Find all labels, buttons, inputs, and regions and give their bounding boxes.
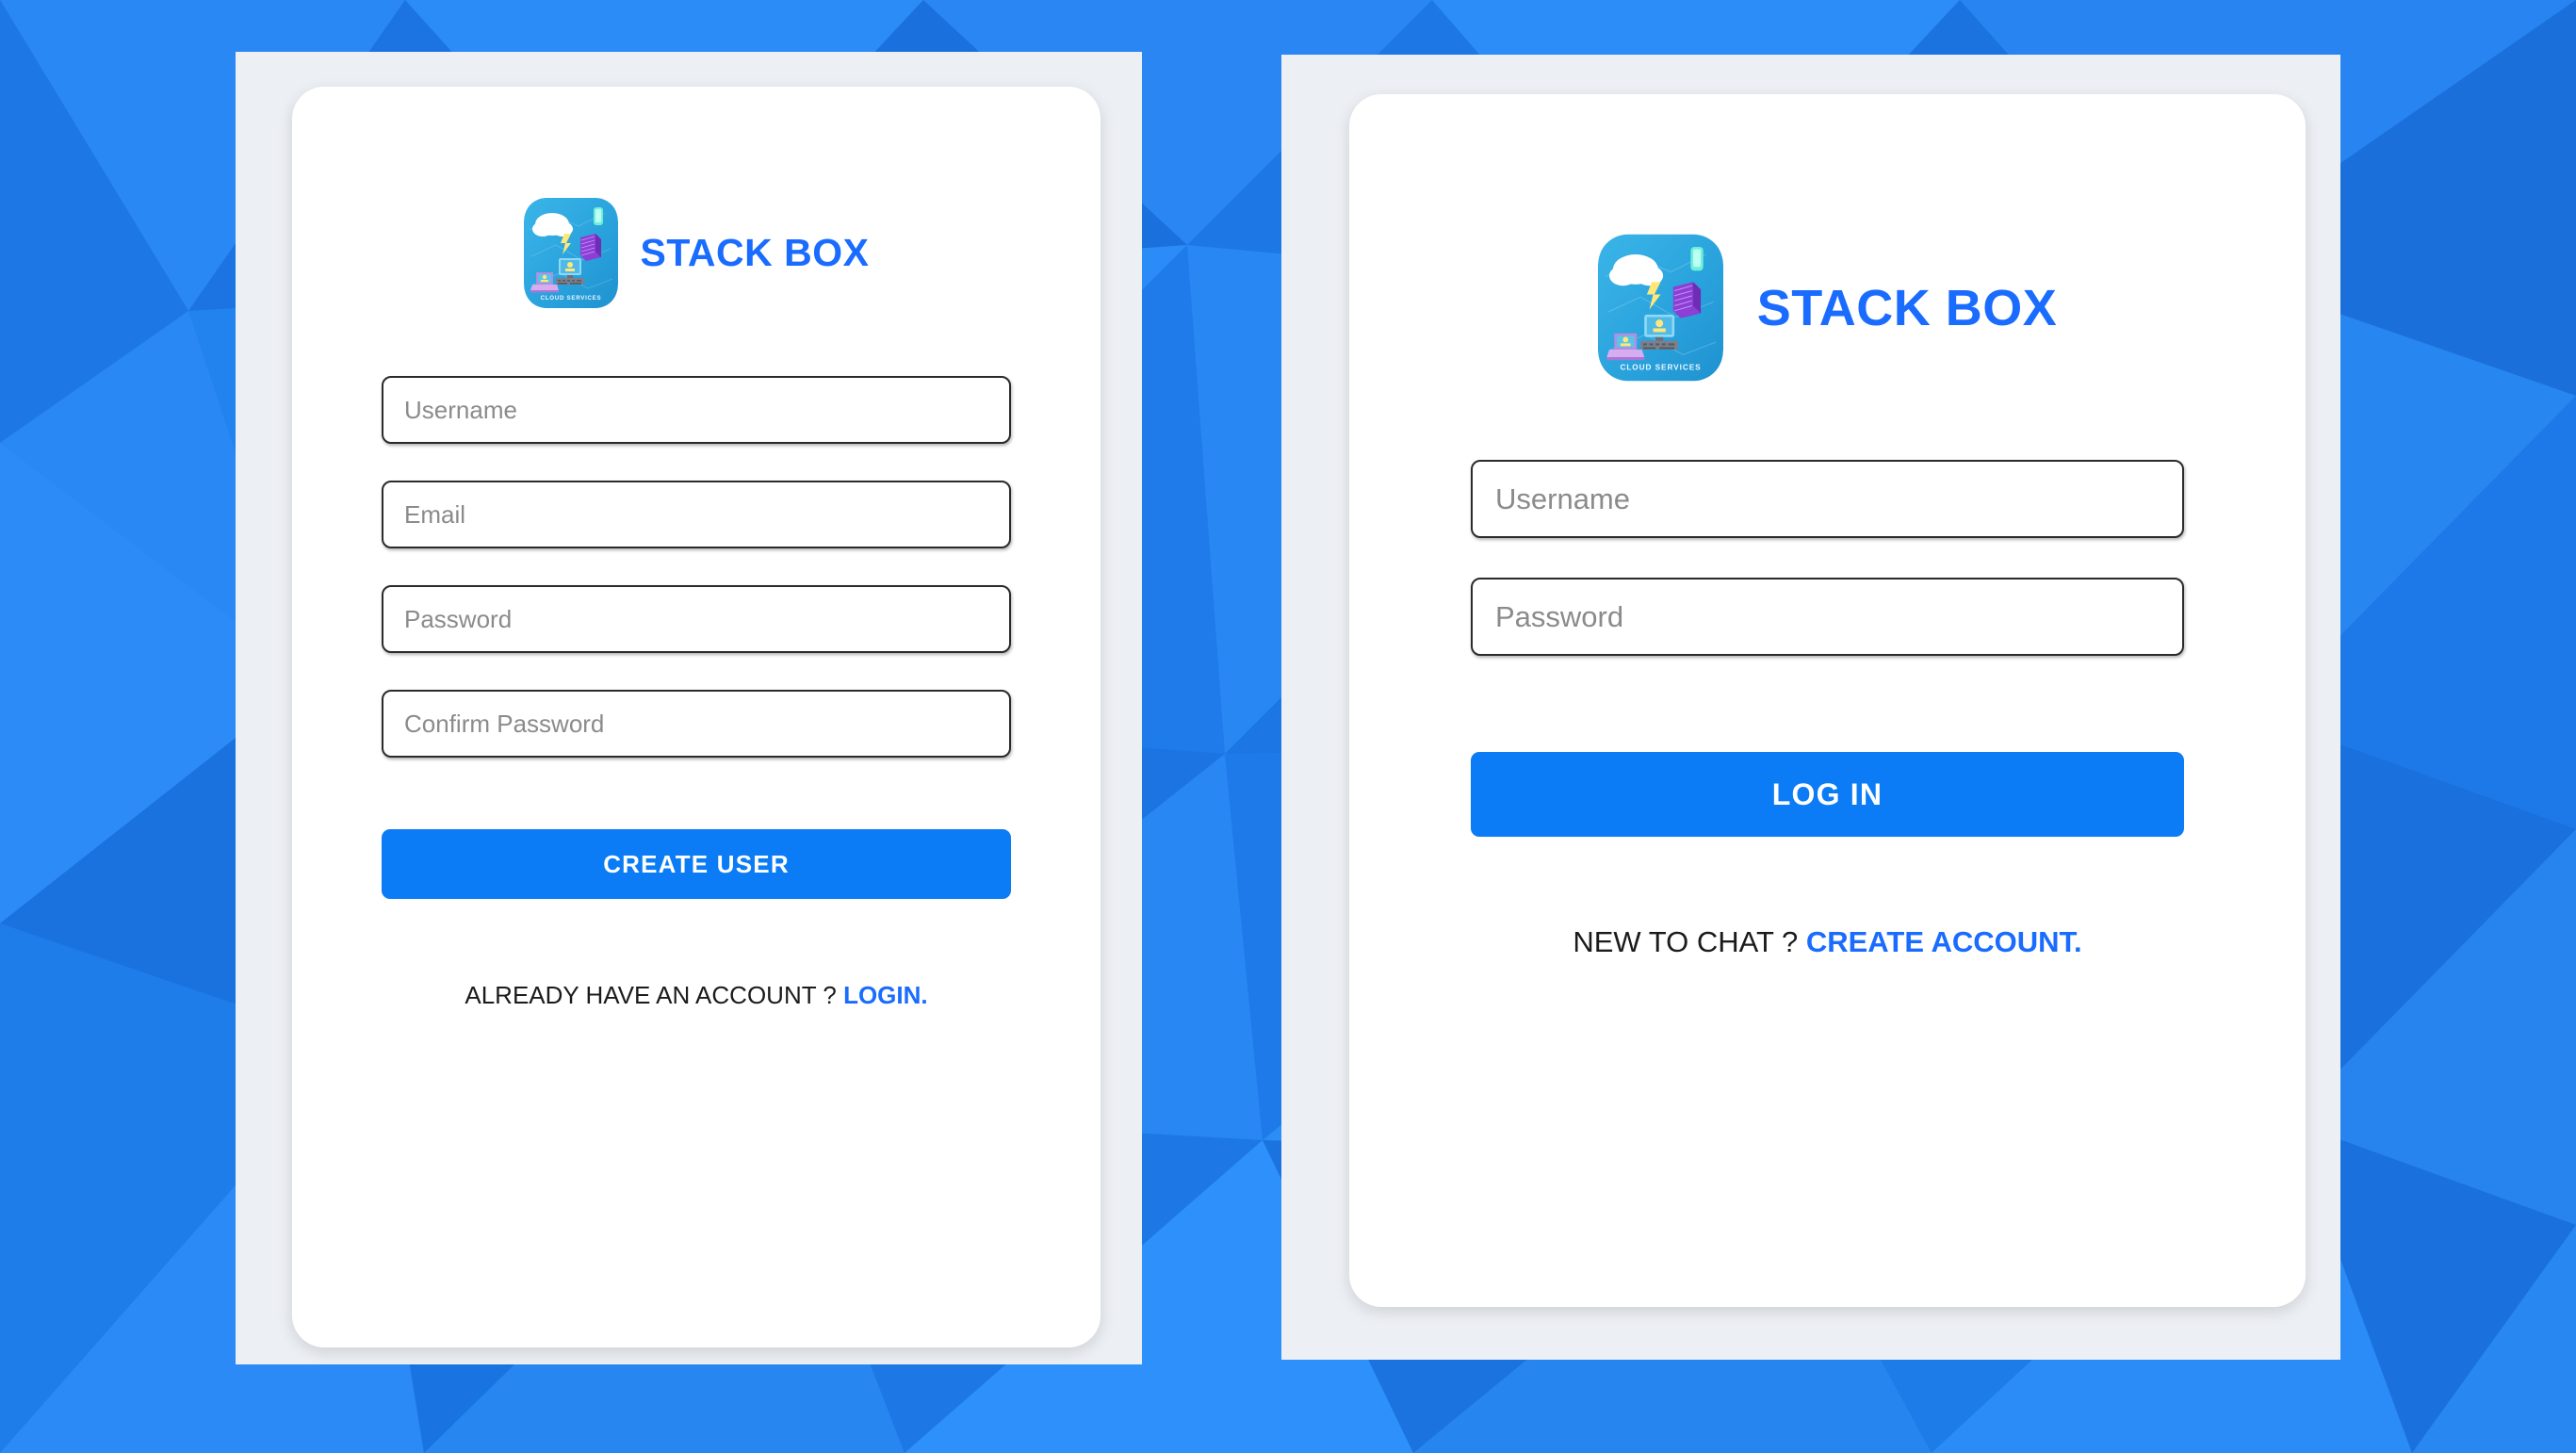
log-in-button[interactable]: LOG IN <box>1471 752 2184 837</box>
password-input[interactable] <box>382 585 1011 653</box>
create-account-link[interactable]: CREATE ACCOUNT. <box>1806 925 2082 958</box>
brand-name: STACK BOX <box>1756 279 2058 336</box>
switch-to-login-prompt: ALREADY HAVE AN ACCOUNT ? <box>465 981 844 1009</box>
signup-form: CREATE USER ALREADY HAVE AN ACCOUNT ? LO… <box>328 376 1065 1010</box>
confirm-password-input[interactable] <box>382 690 1011 758</box>
cloud-services-logo-icon: CLOUD SERVICES <box>523 198 618 308</box>
create-user-button[interactable]: CREATE USER <box>382 829 1011 899</box>
logo-caption: CLOUD SERVICES <box>540 295 601 302</box>
cloud-services-logo-icon: CLOUD SERVICES <box>1597 234 1723 382</box>
email-input[interactable] <box>382 481 1011 548</box>
switch-to-signup-prompt: NEW TO CHAT ? <box>1573 925 1806 958</box>
switch-to-signup-line: NEW TO CHAT ? CREATE ACCOUNT. <box>1471 925 2184 959</box>
username-input[interactable] <box>1471 460 2184 538</box>
login-card: CLOUD SERVICES STACK BOX LOG IN NEW TO C… <box>1349 94 2306 1307</box>
brand-name: STACK BOX <box>640 231 870 274</box>
login-form: LOG IN NEW TO CHAT ? CREATE ACCOUNT. <box>1387 460 2268 959</box>
switch-to-login-line: ALREADY HAVE AN ACCOUNT ? LOGIN. <box>382 981 1011 1010</box>
username-input[interactable] <box>382 376 1011 444</box>
signup-card: CLOUD SERVICES STACK BOX CREATE USER ALR… <box>292 87 1101 1347</box>
login-link[interactable]: LOGIN. <box>843 981 928 1009</box>
signup-brand-row: CLOUD SERVICES STACK BOX <box>328 87 1065 308</box>
password-input[interactable] <box>1471 578 2184 656</box>
login-brand-row: CLOUD SERVICES STACK BOX <box>1387 94 2268 382</box>
logo-caption: CLOUD SERVICES <box>1620 363 1701 371</box>
